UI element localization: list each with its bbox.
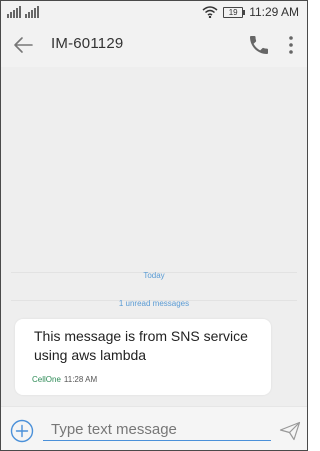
message-input[interactable] (43, 419, 271, 441)
status-time: 11:29 AM (249, 5, 299, 19)
battery-icon: 19 (223, 6, 246, 18)
message-text: This message is from SNS service using a… (34, 328, 248, 363)
conversation-title: IM-601129 (51, 35, 124, 52)
message-meta: CellOne 11:28 AM (32, 375, 97, 384)
add-icon[interactable] (10, 419, 34, 443)
sim-label: CellOne (32, 375, 61, 384)
send-icon[interactable] (279, 421, 301, 441)
conversation-toolbar: IM-601129 (1, 23, 307, 67)
wifi-icon (202, 6, 218, 18)
message-time: 11:28 AM (63, 375, 98, 384)
date-divider-label: Today (143, 271, 165, 280)
phone-icon[interactable] (247, 33, 271, 57)
date-divider: Today (1, 265, 307, 280)
back-arrow-icon[interactable] (11, 33, 35, 57)
messaging-screen: 19 11:29 AM IM-601129 Today 1 unread mes… (0, 0, 308, 451)
more-vertical-icon[interactable] (283, 33, 299, 57)
unread-divider-label: 1 unread messages (118, 299, 190, 308)
unread-divider: 1 unread messages (1, 293, 307, 308)
message-bubble[interactable]: This message is from SNS service using a… (15, 319, 271, 395)
message-list[interactable]: Today 1 unread messages This message is … (1, 67, 307, 406)
compose-bar (1, 406, 307, 450)
battery-level: 19 (228, 7, 238, 17)
signal-icon (7, 6, 39, 18)
status-bar: 19 11:29 AM (1, 1, 307, 23)
